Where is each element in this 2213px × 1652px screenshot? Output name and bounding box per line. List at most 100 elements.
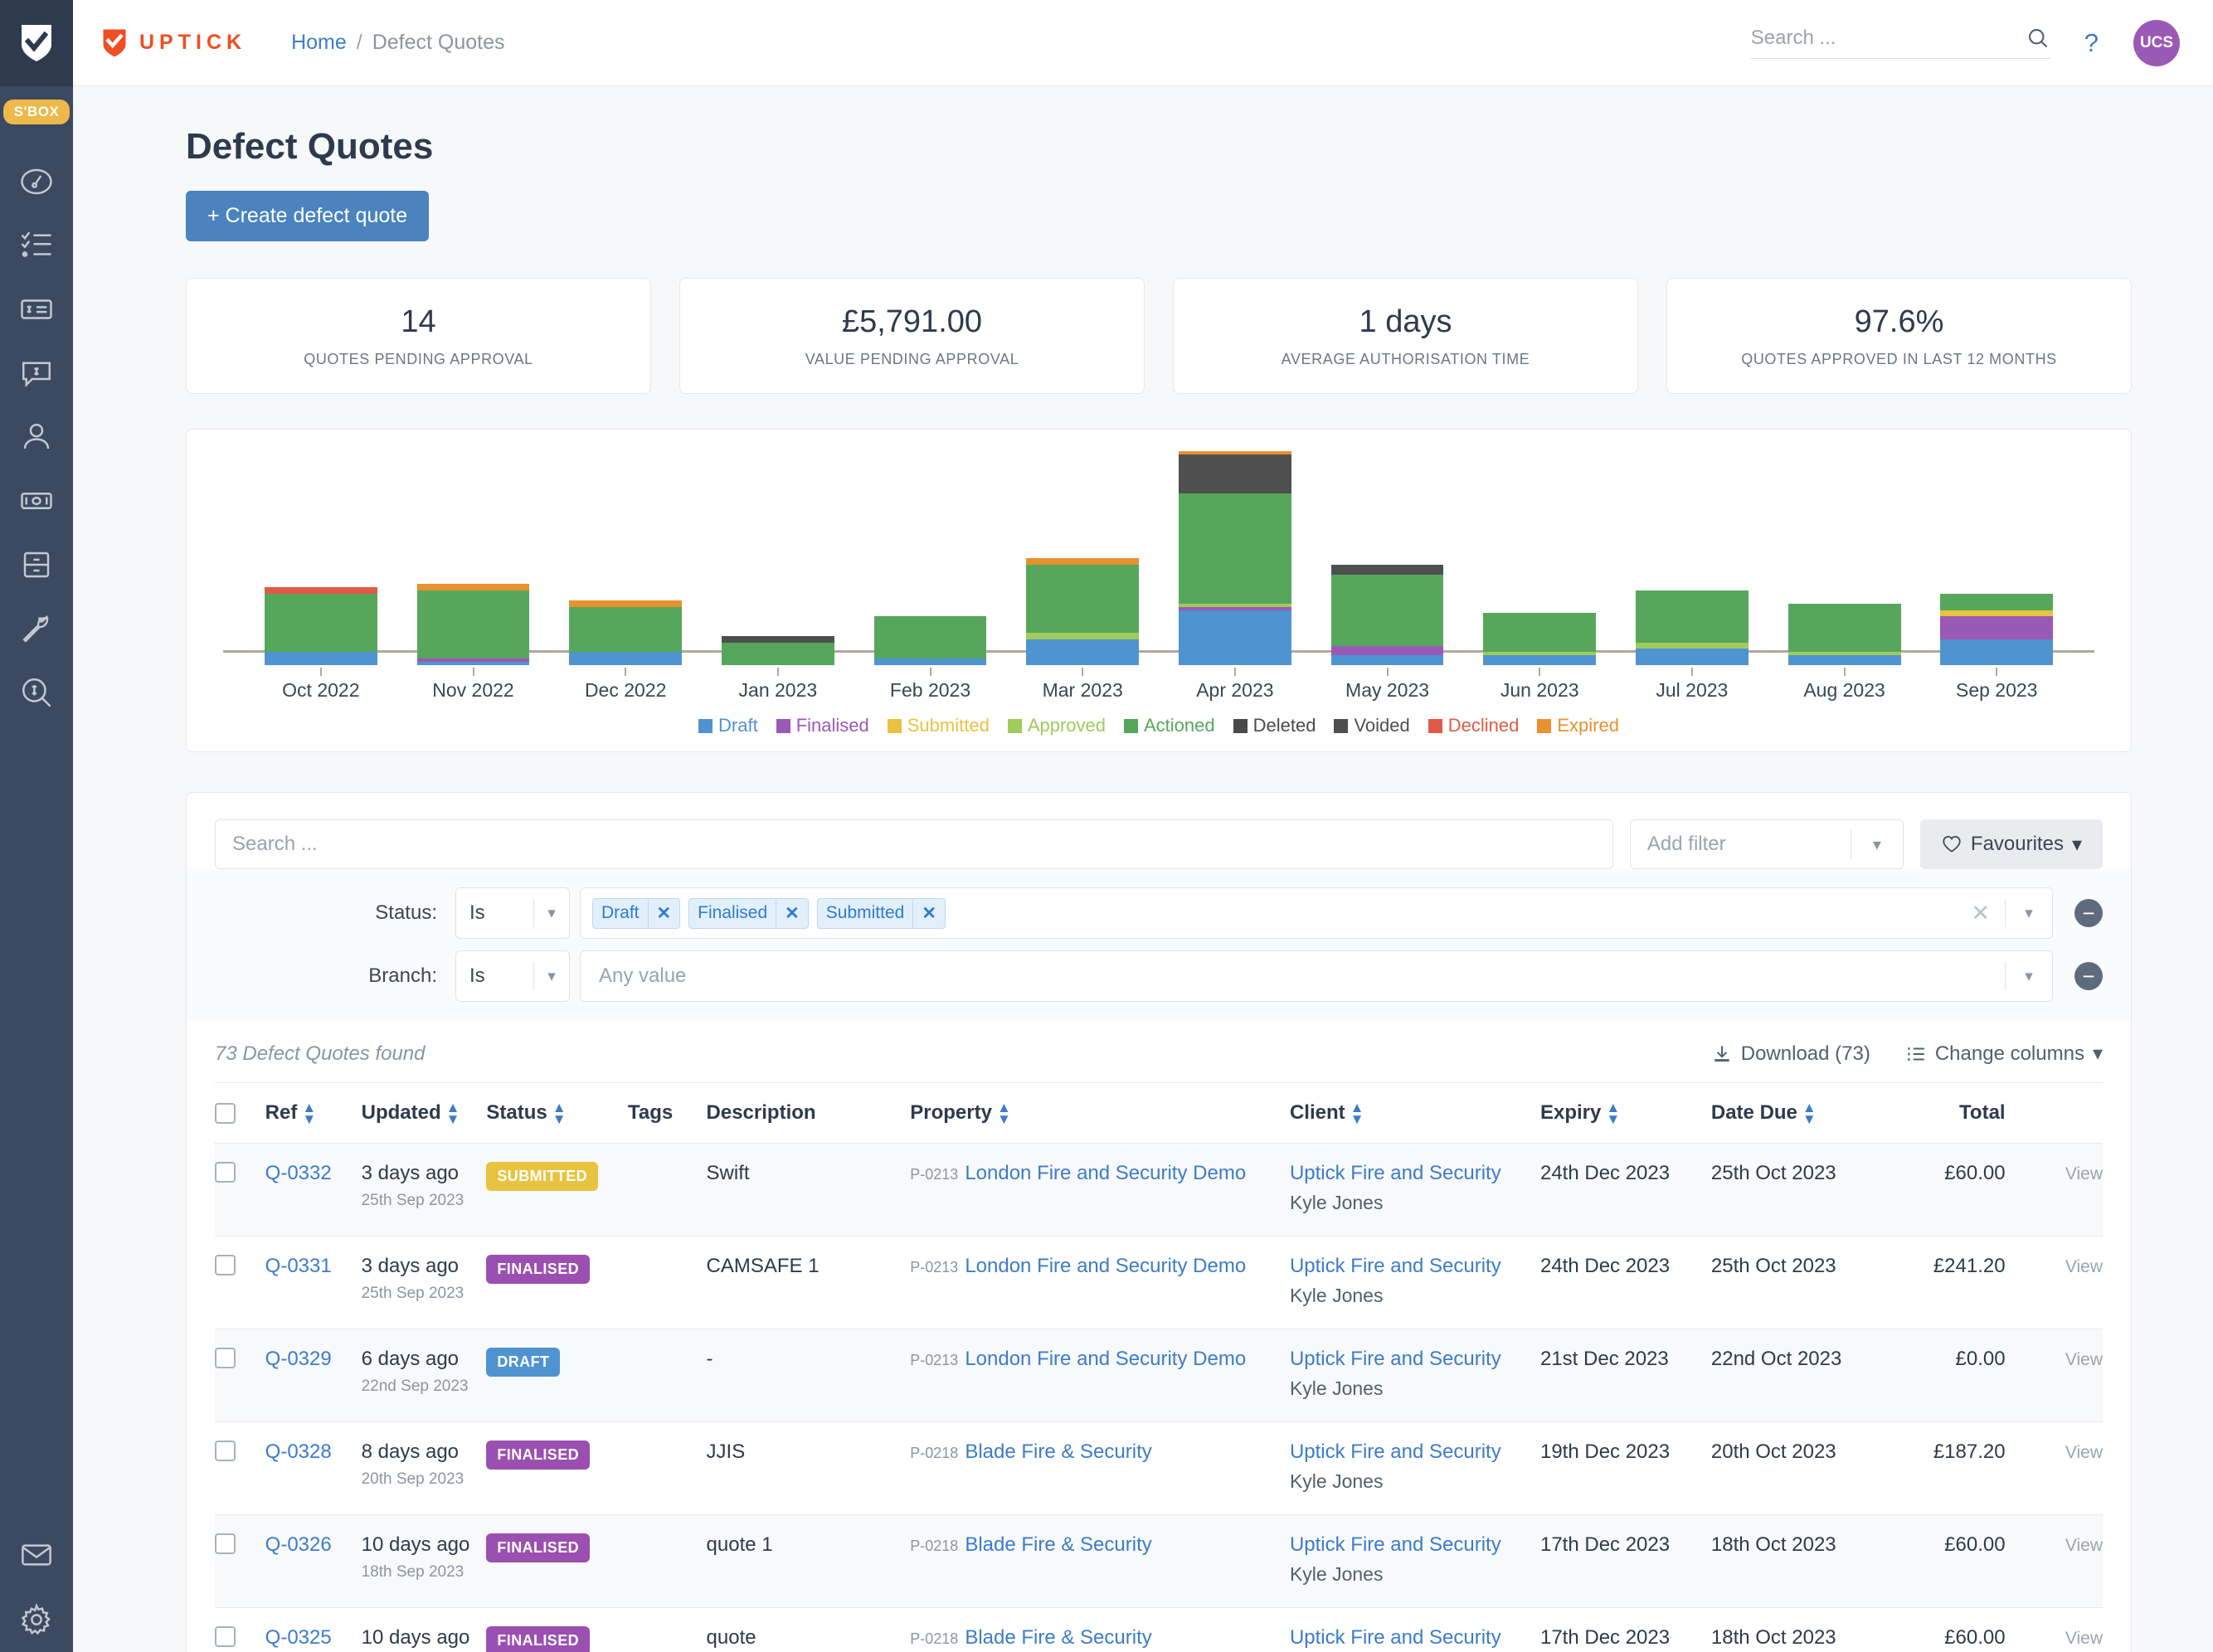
- view-link[interactable]: View: [2065, 1443, 2103, 1462]
- table-header-ref[interactable]: Ref ▲ ▼: [265, 1081, 362, 1144]
- chart-legend-item[interactable]: Deleted: [1233, 715, 1316, 736]
- view-link[interactable]: View: [2065, 1536, 2103, 1555]
- chart-legend-item[interactable]: Voided: [1334, 715, 1410, 736]
- view-link[interactable]: View: [2065, 1164, 2103, 1183]
- remove-filter-button[interactable]: −: [2074, 899, 2103, 927]
- remove-filter-button[interactable]: −: [2074, 962, 2103, 990]
- table-search-input[interactable]: [215, 819, 1613, 869]
- select-all-checkbox[interactable]: [215, 1102, 236, 1124]
- sidebar-item-dashboard[interactable]: [0, 149, 73, 213]
- chart-bar[interactable]: [416, 584, 530, 665]
- property-link[interactable]: Blade Fire & Security: [965, 1626, 1151, 1649]
- row-checkbox[interactable]: [215, 1255, 236, 1276]
- favourites-button[interactable]: Favourites ▾: [1919, 819, 2103, 869]
- create-defect-quote-button[interactable]: + Create defect quote: [186, 191, 430, 241]
- chart-bar[interactable]: [873, 616, 987, 665]
- sidebar-item-assets[interactable]: [0, 532, 73, 596]
- filter-tag[interactable]: Finalised ✕: [688, 897, 809, 929]
- table-row[interactable]: Q-0325 10 days ago18th Sep 2023FINALISED q…: [215, 1607, 2103, 1652]
- chart-bar[interactable]: [1483, 613, 1597, 665]
- row-checkbox[interactable]: [215, 1441, 236, 1462]
- view-link[interactable]: View: [2065, 1350, 2103, 1369]
- chart-legend-item[interactable]: Finalised: [776, 715, 869, 736]
- client-link[interactable]: Uptick Fire and Security: [1290, 1255, 1501, 1277]
- sidebar-item-contacts[interactable]: [0, 405, 73, 469]
- sidebar-item-tasks[interactable]: [0, 213, 73, 277]
- sidebar-item-search-quotes[interactable]: [0, 660, 73, 724]
- chart-legend-item[interactable]: Submitted: [887, 715, 990, 736]
- ref-link[interactable]: Q-0328: [265, 1441, 332, 1463]
- chart-bar[interactable]: [1178, 451, 1291, 665]
- property-link[interactable]: Blade Fire & Security: [965, 1441, 1151, 1463]
- row-checkbox[interactable]: [215, 1626, 236, 1648]
- sidebar-item-mail[interactable]: [0, 1523, 73, 1587]
- ref-link[interactable]: Q-0331: [265, 1255, 332, 1277]
- chart-legend-item[interactable]: Expired: [1537, 715, 1619, 736]
- sidebar-item-maintenance[interactable]: [0, 596, 73, 660]
- property-link[interactable]: Blade Fire & Security: [965, 1533, 1151, 1556]
- sidebar-item-settings[interactable]: [0, 1587, 73, 1652]
- remove-tag-icon[interactable]: ✕: [912, 898, 945, 928]
- chart-legend-item[interactable]: Draft: [698, 715, 758, 736]
- table-header-property[interactable]: Property ▲ ▼: [910, 1081, 1290, 1144]
- chevron-down-icon[interactable]: ▾: [534, 967, 569, 986]
- add-filter-select[interactable]: Add filter ▾: [1629, 819, 1904, 869]
- chevron-down-icon[interactable]: ▾: [2006, 967, 2052, 986]
- brand[interactable]: UPTICK: [101, 28, 246, 58]
- table-row[interactable]: Q-0328 8 days ago 20th Sep 2023 FINALISED JJ…: [215, 1421, 2103, 1515]
- global-search[interactable]: [1750, 27, 2050, 59]
- filter-value-multiselect[interactable]: Any value ▾: [580, 950, 2053, 1002]
- ref-link[interactable]: Q-0326: [265, 1533, 332, 1556]
- chevron-down-icon[interactable]: ▾: [1851, 834, 1903, 855]
- filter-operator-select[interactable]: Is ▾: [455, 887, 570, 939]
- ref-link[interactable]: Q-0332: [265, 1162, 332, 1184]
- row-checkbox[interactable]: [215, 1533, 236, 1555]
- table-header-client[interactable]: Client ▲ ▼: [1289, 1081, 1540, 1144]
- remove-tag-icon[interactable]: ✕: [647, 898, 680, 928]
- table-header-expiry[interactable]: Expiry ▲ ▼: [1539, 1081, 1711, 1144]
- chart-bar[interactable]: [1940, 594, 2054, 665]
- filter-tag[interactable]: Submitted ✕: [816, 897, 946, 929]
- table-row[interactable]: Q-0331 3 days ago 25th Sep 2023 FINALISED CA…: [215, 1236, 2103, 1329]
- sidebar-item-quotes[interactable]: [0, 341, 73, 405]
- client-link[interactable]: Uptick Fire and Security: [1290, 1533, 1501, 1556]
- clear-filter-icon[interactable]: ✕: [1956, 901, 2005, 926]
- chart-bar[interactable]: [721, 635, 834, 665]
- property-link[interactable]: London Fire and Security Demo: [965, 1255, 1246, 1277]
- search-icon[interactable]: [2026, 27, 2050, 50]
- sort-arrows-icon[interactable]: ▲ ▼: [302, 1101, 316, 1125]
- view-link[interactable]: View: [2065, 1257, 2103, 1276]
- client-link[interactable]: Uptick Fire and Security: [1290, 1441, 1501, 1463]
- ref-link[interactable]: Q-0329: [265, 1348, 332, 1370]
- sidebar-item-finance[interactable]: [0, 469, 73, 532]
- breadcrumb-home[interactable]: Home: [291, 31, 347, 55]
- sort-arrows-icon[interactable]: ▲ ▼: [552, 1101, 567, 1125]
- chart-bar[interactable]: [1330, 564, 1444, 665]
- table-header-status[interactable]: Status ▲ ▼: [486, 1081, 629, 1144]
- chart-bar[interactable]: [569, 600, 683, 665]
- sidebar-item-invoices[interactable]: [0, 277, 73, 341]
- chart-bar[interactable]: [1026, 558, 1140, 665]
- row-checkbox[interactable]: [215, 1162, 236, 1183]
- table-row[interactable]: Q-0326 10 days ago 18th Sep 2023 FINALISED q…: [215, 1514, 2103, 1608]
- property-link[interactable]: London Fire and Security Demo: [965, 1162, 1246, 1184]
- row-checkbox[interactable]: [215, 1348, 236, 1369]
- filter-value-multiselect[interactable]: Draft ✕ Finalised ✕ Submitted ✕ ✕ ▾: [580, 887, 2053, 939]
- client-link[interactable]: Uptick Fire and Security: [1290, 1348, 1501, 1370]
- table-header-date_due[interactable]: Date Due ▲ ▼: [1710, 1081, 1883, 1144]
- view-link[interactable]: View: [2065, 1629, 2103, 1648]
- avatar[interactable]: UCS: [2133, 19, 2180, 66]
- sidebar-logo[interactable]: [0, 0, 73, 86]
- table-row[interactable]: Q-0332 3 days ago 25th Sep 2023 SUBMITTED Sw…: [215, 1143, 2103, 1237]
- help-button[interactable]: ?: [2084, 28, 2099, 58]
- change-columns-button[interactable]: Change columns ▾: [1905, 1042, 2103, 1066]
- sort-arrows-icon[interactable]: ▲ ▼: [1350, 1101, 1364, 1125]
- client-link[interactable]: Uptick Fire and Security: [1290, 1626, 1501, 1649]
- sort-arrows-icon[interactable]: ▲ ▼: [1606, 1101, 1620, 1125]
- chart-legend-item[interactable]: Approved: [1007, 715, 1106, 736]
- remove-tag-icon[interactable]: ✕: [776, 898, 808, 928]
- sort-arrows-icon[interactable]: ▲ ▼: [997, 1101, 1011, 1125]
- chart-legend-item[interactable]: Actioned: [1124, 715, 1215, 736]
- global-search-input[interactable]: [1750, 27, 2020, 50]
- sort-arrows-icon[interactable]: ▲ ▼: [446, 1101, 460, 1125]
